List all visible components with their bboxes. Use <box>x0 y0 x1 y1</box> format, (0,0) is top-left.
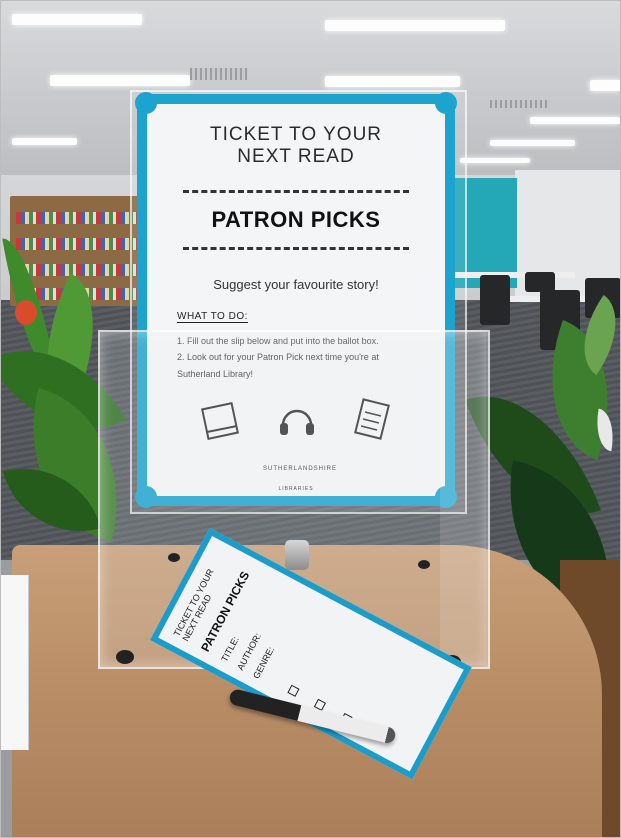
poster-notch <box>135 92 157 114</box>
bookshelf-row <box>16 238 142 250</box>
ceiling-light <box>12 138 77 145</box>
poster-heading: TICKET TO YOUR NEXT READ <box>147 124 445 168</box>
ceiling-light <box>490 140 575 146</box>
ceiling-light <box>530 117 620 124</box>
ceiling-light <box>460 158 530 163</box>
bookshelf-row <box>16 212 142 224</box>
plant-leaf <box>15 300 37 325</box>
ceiling-light <box>12 14 142 25</box>
chair <box>525 272 555 292</box>
dashed-divider <box>183 247 409 250</box>
what-to-do-heading: WHAT TO DO: <box>177 311 248 323</box>
dashed-divider <box>183 190 409 193</box>
ceiling-light <box>590 80 621 91</box>
chair <box>480 275 510 325</box>
photo: TICKET TO YOUR NEXT READ PATRON PICKS Su… <box>0 0 621 838</box>
paper-sheet <box>0 575 29 750</box>
ceiling-light <box>50 75 190 86</box>
ballot-box-side <box>440 330 486 665</box>
bookshelf-row <box>16 264 142 276</box>
ceiling-vent <box>190 68 248 80</box>
ceiling-vent <box>490 100 550 108</box>
study-table <box>455 272 575 278</box>
poster-heading-line2: NEXT READ <box>237 146 355 167</box>
slip-field-title: TITLE: <box>219 634 241 664</box>
ceiling-light <box>325 76 460 87</box>
poster-notch <box>435 92 457 114</box>
poster-subtitle: Suggest your favourite story! <box>213 277 379 292</box>
ballot-box-foot <box>168 553 180 562</box>
ballot-box-lock <box>285 540 309 570</box>
ceiling-light <box>325 20 505 31</box>
poster-title: PATRON PICKS <box>211 207 381 232</box>
slip-checkbox <box>287 684 300 697</box>
poster-heading-line1: TICKET TO YOUR <box>209 124 383 145</box>
ballot-box-foot <box>116 650 134 664</box>
ballot-box-foot <box>418 560 430 569</box>
